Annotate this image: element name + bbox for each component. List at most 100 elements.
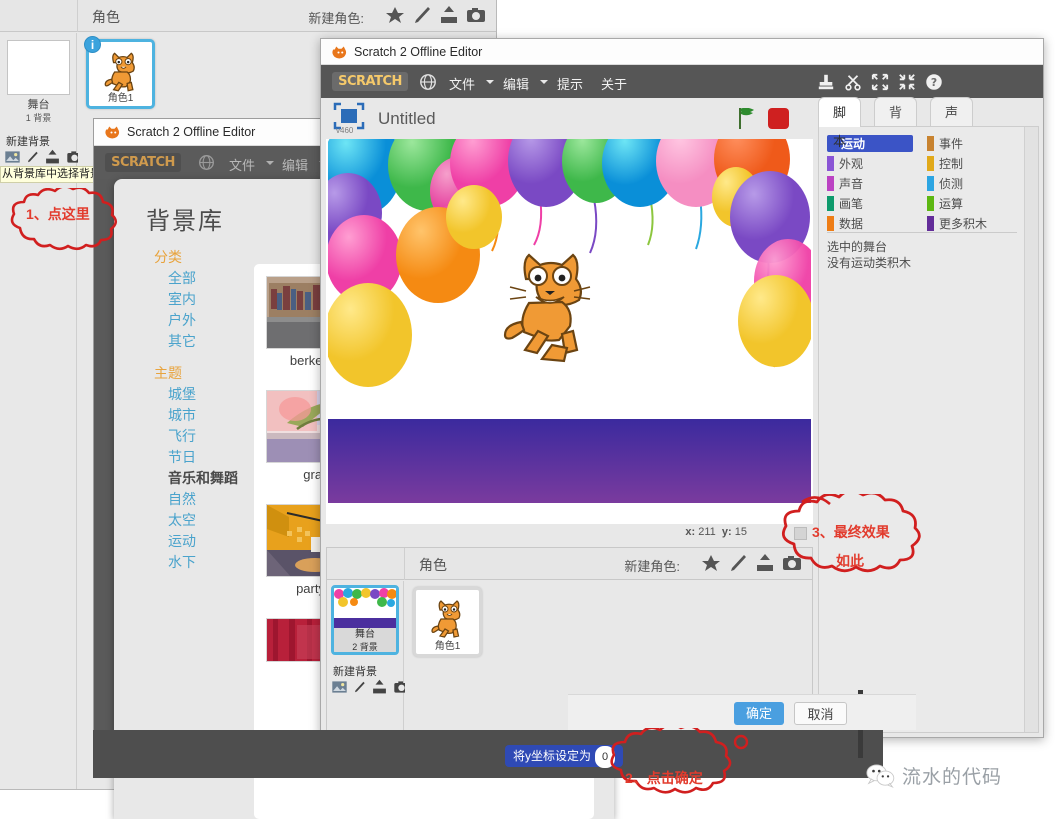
- new-backdrop-icons: [4, 149, 83, 165]
- surprise-icon[interactable]: [701, 552, 721, 574]
- stop-button[interactable]: [768, 108, 789, 129]
- upload-icon[interactable]: [44, 149, 61, 165]
- category-data[interactable]: 数据: [827, 215, 913, 232]
- lib-item-flying[interactable]: 飞行: [136, 426, 251, 447]
- color-swatch: [827, 196, 834, 211]
- stage-label: 舞台 1 背景: [0, 99, 77, 125]
- menu-tips[interactable]: 提示: [557, 74, 583, 93]
- menu-file[interactable]: 文件: [449, 74, 475, 93]
- category-label: 侦测: [939, 175, 963, 192]
- chevron-down-icon: [486, 80, 494, 88]
- stage-thumbnail[interactable]: [7, 40, 70, 95]
- category-sensing[interactable]: 侦测: [927, 175, 1023, 192]
- stage-canvas[interactable]: [328, 139, 811, 503]
- lib-item-other[interactable]: 其它: [136, 331, 251, 352]
- color-swatch: [827, 176, 834, 191]
- tab-sounds[interactable]: 声音: [930, 97, 973, 127]
- small-stage-button[interactable]: [794, 527, 807, 540]
- project-bar: v460 Untitled: [326, 99, 813, 139]
- globe-icon[interactable]: [198, 154, 215, 171]
- cancel-button[interactable]: 取消: [794, 702, 847, 725]
- scratch-editor-window: Scratch 2 Offline Editor SCRATCH 文件 编辑 提…: [320, 38, 1044, 738]
- sprite-card[interactable]: i 角色1: [86, 39, 155, 109]
- new-sprite-label: 新建角色:: [308, 8, 364, 27]
- menu-edit[interactable]: 编辑: [503, 74, 529, 93]
- lib-item-holidays[interactable]: 节日: [136, 447, 251, 468]
- script-block-set-y[interactable]: 将y坐标设定为0: [505, 745, 623, 767]
- paint-icon[interactable]: [412, 4, 432, 26]
- stage-thumbnail[interactable]: 舞台 2 背景: [331, 585, 399, 655]
- camera-icon[interactable]: [782, 552, 802, 574]
- ok-button[interactable]: 确定: [734, 702, 784, 725]
- watermark-text: 流水的代码: [902, 762, 1002, 789]
- x-label: x:: [685, 526, 695, 538]
- category-sound[interactable]: 声音: [827, 175, 913, 192]
- scissors-icon[interactable]: [844, 73, 862, 91]
- menu-about[interactable]: 关于: [601, 74, 627, 93]
- library-group-category: 分类 全部 室内 户外 其它: [136, 247, 251, 352]
- grow-icon[interactable]: [871, 73, 889, 91]
- svg-text:?: ?: [931, 76, 937, 89]
- stage-backdrop-count: 1 背景: [0, 112, 77, 125]
- sprite-pane-title: 角色: [92, 7, 120, 27]
- category-label: 控制: [939, 155, 963, 172]
- lib-item-music-dance[interactable]: 音乐和舞蹈: [136, 468, 251, 489]
- menu-edit[interactable]: 编辑: [282, 155, 308, 174]
- palette-scrollbar[interactable]: [1024, 127, 1038, 732]
- library-icon[interactable]: [331, 679, 348, 695]
- shrink-icon[interactable]: [898, 73, 916, 91]
- backdrop-library-tooltip: 从背景库中选择背景: [0, 166, 97, 183]
- help-icon[interactable]: ?: [925, 73, 943, 91]
- wechat-icon: [866, 763, 896, 788]
- chevron-down-icon: [266, 161, 274, 169]
- tab-backdrops[interactable]: 背景: [874, 97, 917, 127]
- paint-icon[interactable]: [26, 149, 39, 165]
- category-pen[interactable]: 画笔: [827, 195, 913, 212]
- stage-backdrop-count: 2 背景: [334, 641, 396, 653]
- stamp-icon[interactable]: [817, 73, 835, 91]
- lib-item-space[interactable]: 太空: [136, 510, 251, 531]
- paint-icon[interactable]: [728, 552, 748, 574]
- category-looks[interactable]: 外观: [827, 155, 913, 172]
- category-events[interactable]: 事件: [927, 135, 1023, 152]
- color-swatch: [827, 156, 834, 171]
- lib-item-all[interactable]: 全部: [136, 268, 251, 289]
- stage-thumb-backdrop: [334, 588, 396, 630]
- color-swatch: [927, 216, 934, 231]
- upload-icon[interactable]: [371, 679, 388, 695]
- library-icon[interactable]: [4, 149, 21, 165]
- lib-item-indoors[interactable]: 室内: [136, 289, 251, 310]
- stage-name: 舞台: [334, 629, 396, 641]
- new-sprite-icons: [385, 4, 486, 26]
- chevron-down-icon: [540, 80, 548, 88]
- category-list: 运动 外观 声音 画笔 数据 事件 控制 侦测 运算 更多积木: [827, 135, 1027, 235]
- right-pane: 脚本 背景 声音 运动 外观 声音 画笔 数据 事件 控制 侦测: [818, 97, 1039, 733]
- camera-icon[interactable]: [466, 4, 486, 26]
- lib-item-nature[interactable]: 自然: [136, 489, 251, 510]
- category-operators[interactable]: 运算: [927, 195, 1023, 212]
- menu-file[interactable]: 文件: [229, 155, 255, 174]
- surprise-icon[interactable]: [385, 4, 405, 26]
- lib-item-sports[interactable]: 运动: [136, 531, 251, 552]
- category-control[interactable]: 控制: [927, 155, 1023, 172]
- block-value[interactable]: 0: [595, 746, 615, 768]
- globe-icon[interactable]: [419, 73, 437, 91]
- lib-item-castle[interactable]: 城堡: [136, 384, 251, 405]
- sprite-card[interactable]: 角色1: [413, 587, 482, 657]
- front-scratch-menubar: SCRATCH 文件 编辑 提示 关于 ?: [321, 65, 1043, 98]
- back-stage-column: 舞台 1 背景 新建背景: [0, 33, 77, 789]
- category-label: 更多积木: [939, 215, 987, 232]
- lib-item-outdoors[interactable]: 户外: [136, 310, 251, 331]
- green-flag-icon[interactable]: [737, 108, 757, 129]
- lib-item-underwater[interactable]: 水下: [136, 552, 251, 573]
- paint-icon[interactable]: [353, 679, 366, 695]
- lib-item-city[interactable]: 城市: [136, 405, 251, 426]
- project-name[interactable]: Untitled: [378, 109, 436, 129]
- category-more-blocks[interactable]: 更多积木: [927, 215, 1023, 232]
- tab-scripts[interactable]: 脚本: [818, 97, 861, 127]
- new-backdrop-label: 新建背景: [333, 663, 377, 679]
- upload-icon[interactable]: [755, 552, 775, 574]
- upload-icon[interactable]: [439, 4, 459, 26]
- library-title: 背景库: [146, 201, 224, 236]
- category-label: 运算: [939, 195, 963, 212]
